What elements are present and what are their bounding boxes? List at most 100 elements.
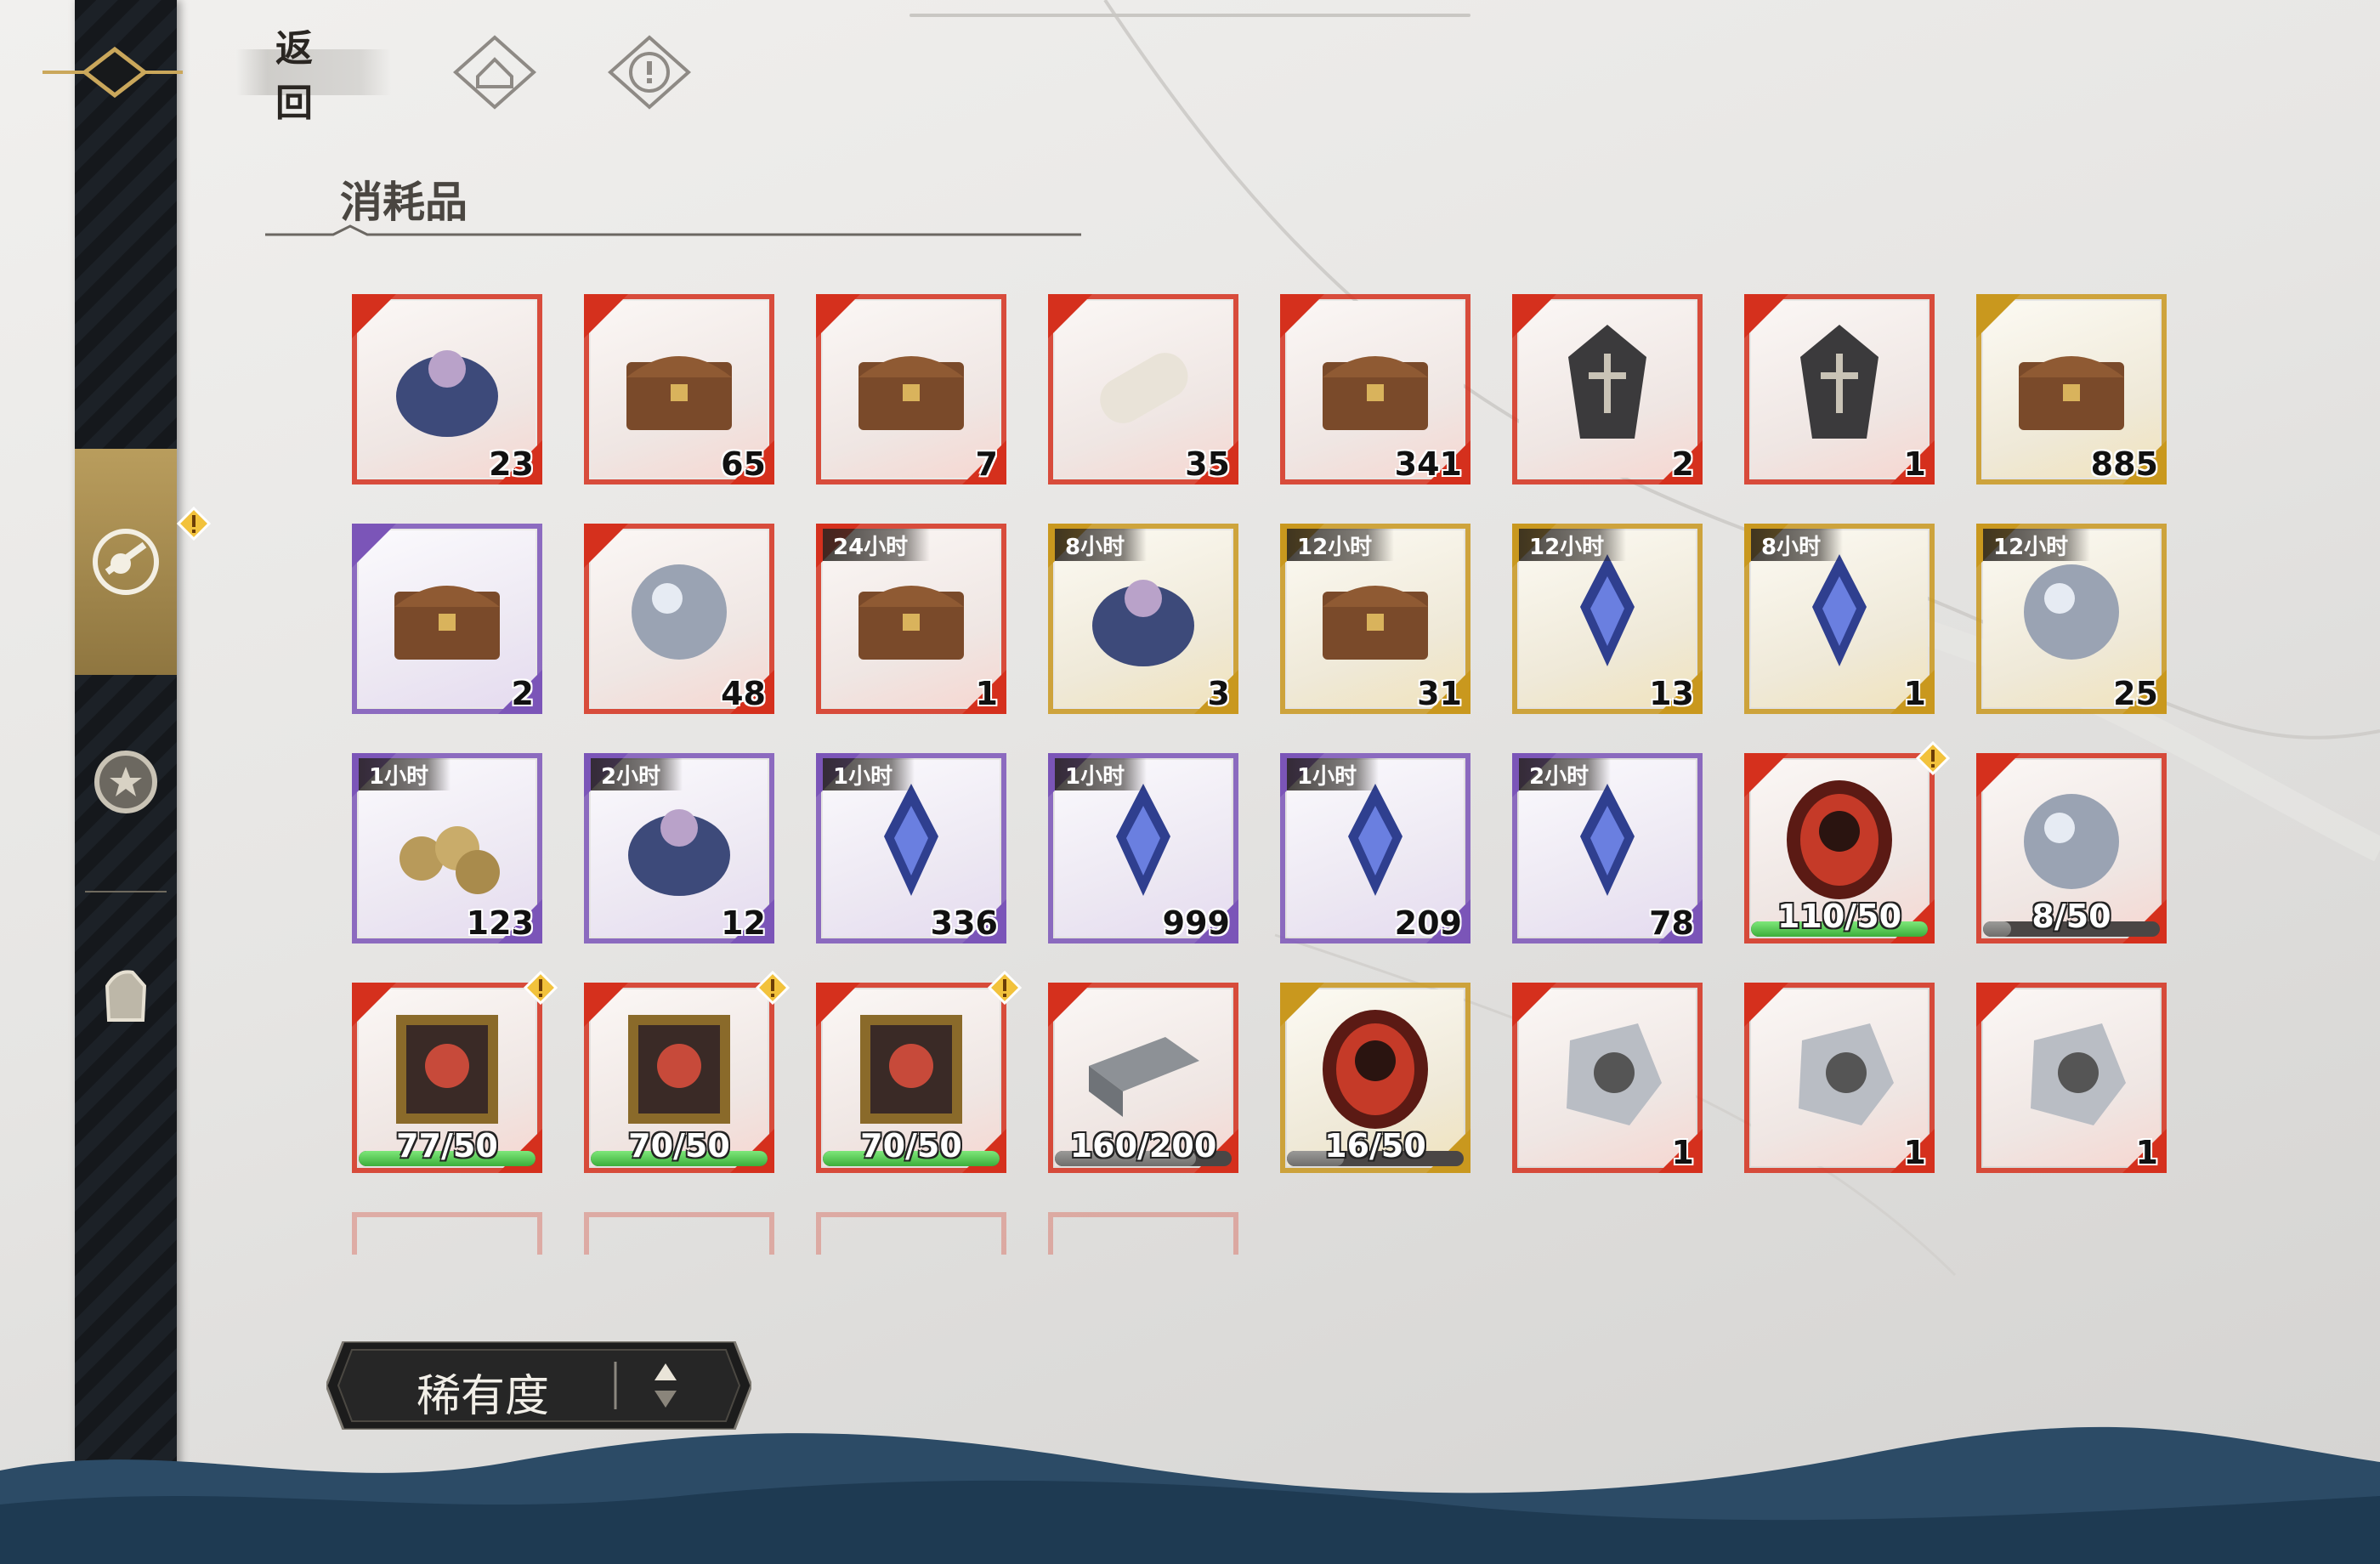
item-count: 885 (2090, 445, 2158, 483)
item-red-gift-box[interactable]: 7 (816, 294, 1006, 484)
item-count: 1 (1903, 445, 1926, 483)
item-count: 13 (1649, 675, 1694, 712)
item-count: 1 (975, 675, 998, 712)
back-button[interactable]: 返回 (34, 27, 391, 125)
item-count: 12 (721, 904, 766, 942)
sidebar-tab-medal[interactable] (75, 731, 177, 833)
coin-sack-icon (1092, 580, 1194, 666)
home-icon[interactable] (450, 34, 539, 110)
portrait-silhouette-red-icon (1787, 780, 1892, 899)
item-count: 2 (511, 675, 534, 712)
item-partial[interactable] (1048, 1212, 1238, 1255)
item-silver-ingot[interactable]: 160/200 (1048, 983, 1238, 1173)
info-icon[interactable] (605, 34, 694, 110)
item-timer: 2小时 (591, 758, 683, 790)
item-count: 78 (1649, 904, 1694, 942)
item-treasure-chest[interactable]: 24小时 1 (816, 524, 1006, 714)
item-alert-icon (1916, 741, 1950, 775)
black-coffin-icon (1568, 325, 1646, 439)
character-shard-1-icon (1567, 1023, 1662, 1125)
item-count: 1 (1903, 675, 1926, 712)
item-blue-potion[interactable]: 1小时 999 (1048, 753, 1238, 944)
coins-icon (400, 826, 500, 894)
treasure-chest-icon (858, 586, 964, 660)
item-gold-chest[interactable]: 885 (1976, 294, 2167, 484)
portrait-frame-target-icon (396, 1015, 498, 1124)
item-document-box[interactable]: 65 (584, 294, 774, 484)
medal-icon (94, 751, 157, 813)
silver-ingot-icon (1089, 1037, 1199, 1117)
item-galaxy-orb[interactable]: 12小时 25 (1976, 524, 2167, 714)
scroll-icon (1100, 353, 1188, 423)
item-character-shard-3[interactable]: 1 (1976, 983, 2167, 1173)
item-count: 65 (721, 445, 766, 483)
orb-chest-icon (1323, 356, 1428, 430)
sidebar-tab-consumables[interactable] (75, 449, 177, 675)
item-portrait-silhouette-red[interactable]: 110/50 (1744, 753, 1935, 944)
item-mystery-orb[interactable]: 48 (584, 524, 774, 714)
progress-text: 8/50 (2032, 898, 2111, 935)
item-blue-potion-2[interactable]: 1小时 209 (1280, 753, 1470, 944)
progress-text: 110/50 (1776, 898, 1902, 935)
item-partial[interactable] (584, 1212, 774, 1255)
item-timer: 8小时 (1055, 529, 1148, 561)
progress-text: 160/200 (1069, 1127, 1217, 1164)
section-underline (265, 224, 1081, 236)
item-portrait-frame-spider[interactable]: 70/50 (584, 983, 774, 1173)
item-black-coffin[interactable]: 2 (1512, 294, 1703, 484)
item-dark-crystal[interactable]: 8小时 1 (1744, 524, 1935, 714)
item-count: 123 (466, 904, 534, 942)
item-portrait-frame-target[interactable]: 77/50 (352, 983, 542, 1173)
wooden-chest-icon (394, 586, 500, 660)
rarity-frame (816, 1212, 1006, 1255)
sidebar-tab-glove[interactable] (75, 944, 177, 1046)
item-timer: 8小时 (1751, 529, 1844, 561)
progress-text: 77/50 (396, 1127, 498, 1164)
rarity-frame (584, 1212, 774, 1255)
blue-coin-sack-icon (628, 809, 730, 896)
item-count: 25 (2113, 675, 2158, 712)
item-timer: 12小时 (1287, 529, 1395, 561)
wave-decoration (0, 1426, 2380, 1564)
item-coins[interactable]: 1小时 123 (352, 753, 542, 944)
vial-icon (1580, 784, 1635, 896)
item-blood-pendant[interactable]: 12小时 13 (1512, 524, 1703, 714)
item-partial[interactable] (816, 1212, 1006, 1255)
item-orb-chest[interactable]: 341 (1280, 294, 1470, 484)
item-character-shard-1[interactable]: 1 (1512, 983, 1703, 1173)
top-handle-bar (910, 14, 1470, 17)
item-portrait-silhouette-gold[interactable]: 16/50 (1280, 983, 1470, 1173)
item-gem-pouch[interactable]: 23 (352, 294, 542, 484)
item-timer: 2小时 (1519, 758, 1612, 790)
gem-pouch-icon (396, 350, 498, 437)
back-emblem-icon (42, 46, 183, 99)
item-portrait-frame-orb[interactable]: 8/50 (1976, 753, 2167, 944)
item-coin-chest[interactable]: 12小时 31 (1280, 524, 1470, 714)
item-coin-sack[interactable]: 8小时 3 (1048, 524, 1238, 714)
item-alert-icon (756, 971, 790, 1005)
item-rose-coffin[interactable]: 1 (1744, 294, 1935, 484)
portrait-frame-orb-icon (2024, 794, 2119, 889)
item-wooden-chest[interactable]: 2 (352, 524, 542, 714)
item-timer: 12小时 (1519, 529, 1627, 561)
rarity-frame (1048, 1212, 1238, 1255)
item-alert-icon (524, 971, 558, 1005)
item-portrait-frame-spider-2[interactable]: 70/50 (816, 983, 1006, 1173)
gold-chest-icon (2019, 356, 2124, 430)
item-timer: 1小时 (823, 758, 915, 790)
mystery-orb-icon (632, 564, 727, 660)
item-scroll[interactable]: 35 (1048, 294, 1238, 484)
progress-text: 70/50 (628, 1127, 730, 1164)
rose-coffin-icon (1800, 325, 1878, 439)
item-alert-icon (988, 971, 1022, 1005)
item-count: 1 (1903, 1134, 1926, 1171)
item-red-pendant[interactable]: 1小时 336 (816, 753, 1006, 944)
item-count: 999 (1162, 904, 1230, 942)
item-vial[interactable]: 2小时 78 (1512, 753, 1703, 944)
tab-alert-icon (177, 507, 211, 541)
item-partial[interactable] (352, 1212, 542, 1255)
item-character-shard-2[interactable]: 1 (1744, 983, 1935, 1173)
blue-potion-2-icon (1348, 784, 1402, 896)
item-blue-coin-sack[interactable]: 2小时 12 (584, 753, 774, 944)
item-count: 31 (1417, 675, 1462, 712)
